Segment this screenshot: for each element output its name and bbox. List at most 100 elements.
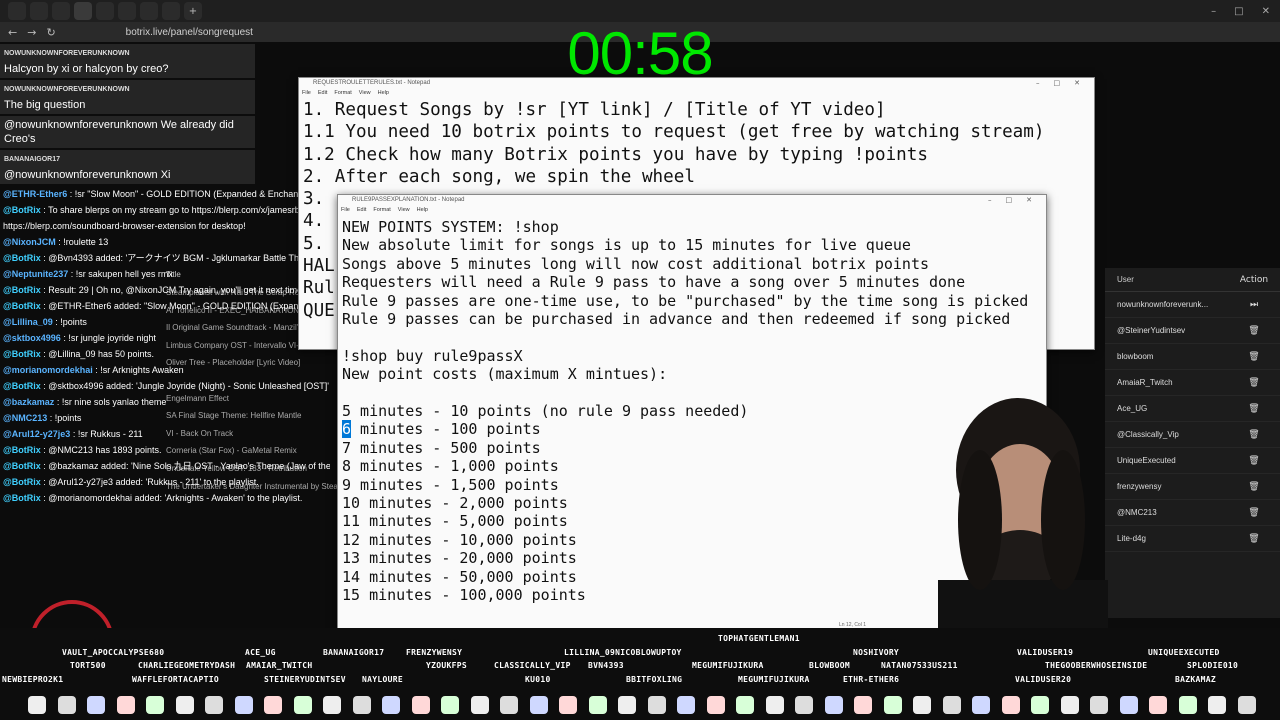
reload-button[interactable]: ↻	[46, 26, 55, 39]
browser-tab[interactable]	[52, 2, 70, 20]
text-line: New point costs (maximum X mintues):	[342, 365, 668, 384]
menu-item-format[interactable]: Format	[373, 207, 390, 213]
trash-icon[interactable]: 🗑	[1239, 404, 1269, 414]
chat-username[interactable]: @NixonJCM	[3, 237, 56, 247]
chatter-name: YZOUKFPS	[426, 661, 467, 670]
trash-icon[interactable]: 🗑	[1239, 482, 1269, 492]
chat-username[interactable]: @BotRix	[3, 301, 41, 311]
chat-username[interactable]: @Neptunite237	[3, 269, 68, 279]
chat-username[interactable]: @Arul12-y27je3	[3, 429, 70, 439]
browser-tab[interactable]	[140, 2, 158, 20]
trash-icon[interactable]: 🗑	[1239, 352, 1269, 362]
chat-username[interactable]: @ETHR-Ether6	[3, 189, 67, 199]
chat-highlight-name: NOWUNKNOWNFOREVERUNKNOWN	[4, 86, 130, 93]
chat-username[interactable]: @BotRix	[3, 493, 41, 503]
text-selection[interactable]: 6	[342, 420, 352, 439]
user-column-header: User	[1117, 275, 1134, 284]
chatter-name: AMAIAR_TWITCH	[246, 661, 313, 670]
chat-message: @BotRix : @sktbox4996 added: 'Jungle Joy…	[0, 378, 330, 394]
chat-text: : @ETHR-Ether6 added: "Slow Moon" - GOLD…	[43, 301, 330, 311]
chatter-name: BANANAIGOR17	[323, 648, 385, 657]
menu-item-edit[interactable]: Edit	[357, 207, 366, 213]
chatter-avatar	[57, 696, 76, 714]
chat-username[interactable]: @BotRix	[3, 349, 41, 359]
text-line: 2. After each song, we spin the wheel	[303, 166, 695, 187]
chatter-avatar	[1001, 696, 1020, 714]
chat-username[interactable]: @Lillina_09	[3, 317, 53, 327]
maximize-icon[interactable]: □	[1234, 6, 1243, 17]
chat-text: : @Bvn4393 added: 'アークナイツ BGM - Jgklumar…	[43, 253, 330, 263]
forward-button[interactable]: →	[27, 26, 36, 39]
menu-item-view[interactable]: View	[398, 207, 410, 213]
address-bar[interactable]: botrix.live/panel/songrequest	[126, 27, 253, 38]
menu-item-help[interactable]: Help	[378, 90, 389, 96]
chatter-avatar	[1031, 696, 1049, 714]
new-tab-button[interactable]: +	[184, 2, 202, 20]
text-line: Songs above 5 minutes long will now cost…	[342, 254, 929, 273]
chatter-avatar	[559, 696, 577, 714]
browser-tab[interactable]	[30, 2, 48, 20]
chat-highlight-text: @nowunknownforeverunknown We already did…	[4, 119, 234, 145]
trash-icon[interactable]: 🗑	[1239, 456, 1269, 466]
chatters-bar: TOPHATGENTLEMAN1 VAULT_APOCCALYPSE680 ACE_…	[0, 628, 1280, 720]
chat-highlight: NOWUNKNOWNFOREVERUNKNOWN The big question	[0, 80, 255, 114]
chatter-avatar	[913, 696, 931, 714]
chat-text: : @sktbox4996 added: 'Jungle Joyride (Ni…	[43, 381, 330, 391]
browser-tab-active[interactable]	[74, 2, 92, 20]
browser-tab[interactable]	[96, 2, 114, 20]
chat-text: : !sr sakupen hell yes rmx	[68, 269, 173, 279]
chatter-name: KU010	[525, 675, 551, 684]
chat-username[interactable]: @bazkamaz	[3, 397, 54, 407]
chat-username[interactable]: @NMC213	[3, 413, 47, 423]
window-controls[interactable]: –□✕	[1036, 79, 1094, 87]
chatter-avatar	[824, 696, 843, 714]
minimize-icon[interactable]: –	[1211, 6, 1216, 17]
queue-header: User Action	[1105, 268, 1280, 292]
chat-text: : @morianomordekhai added: 'Arknights - …	[40, 493, 303, 503]
browser-tab[interactable]	[8, 2, 26, 20]
skip-icon[interactable]: ⏭	[1239, 300, 1269, 310]
notepad-titlebar[interactable]: RULE9PASSEXPLANATION.txt - Notepad –□✕	[338, 195, 1046, 205]
chat-text: : !sr Arknights Awaken	[92, 365, 184, 375]
text-line-rest: minutes - 100 points	[351, 420, 541, 439]
chat-highlight: BANANAIGOR17 @nowunknownforeverunknown Xi	[0, 150, 255, 184]
chatter-name: ETHR-ETHER6	[843, 675, 900, 684]
chat-username[interactable]: @BotRix	[3, 445, 41, 455]
chatter-avatar	[264, 696, 282, 714]
browser-tab[interactable]	[118, 2, 136, 20]
trash-icon[interactable]: 🗑	[1239, 534, 1269, 544]
close-icon[interactable]: ✕	[1262, 6, 1270, 17]
chat-username[interactable]: @BotRix	[3, 461, 41, 471]
trash-icon[interactable]: 🗑	[1239, 430, 1269, 440]
text-line: New absolute limit for songs is up to 15…	[342, 236, 911, 255]
chat-username[interactable]: @sktbox4996	[3, 333, 61, 343]
chat-username[interactable]: @BotRix	[3, 253, 41, 263]
menu-item-edit[interactable]: Edit	[318, 90, 327, 96]
menu-item-file[interactable]: File	[341, 207, 350, 213]
text-line: Rule 9 passes are one-time use, to be "p…	[342, 291, 1029, 310]
trash-icon[interactable]: 🗑	[1239, 378, 1269, 388]
chat-message: @BotRix : @ETHR-Ether6 added: "Slow Moon…	[0, 298, 330, 314]
notepad-titlebar[interactable]: REQUESTROULETTERULES.txt - Notepad –□✕	[299, 78, 1094, 88]
trash-icon[interactable]: 🗑	[1239, 326, 1269, 336]
chat-username[interactable]: @BotRix	[3, 205, 41, 215]
menu-item-view[interactable]: View	[359, 90, 371, 96]
queue-user: @SteinerYudintsev	[1117, 326, 1186, 335]
chat-text: : !points	[52, 317, 87, 327]
trash-icon[interactable]: 🗑	[1239, 508, 1269, 518]
browser-tab[interactable]	[162, 2, 180, 20]
chatter-avatar	[1208, 696, 1226, 714]
menu-item-format[interactable]: Format	[334, 90, 351, 96]
chatter-avatar	[1060, 696, 1079, 714]
chat-username[interactable]: @morianomordekhai	[3, 365, 93, 375]
menu-item-help[interactable]: Help	[417, 207, 428, 213]
chatter-avatar	[323, 696, 341, 714]
chat-username[interactable]: @BotRix	[3, 477, 41, 487]
chat-username[interactable]: @BotRix	[3, 285, 41, 295]
back-button[interactable]: ←	[8, 26, 17, 39]
window-controls[interactable]: –□✕	[988, 196, 1046, 204]
chatter-avatar	[411, 696, 430, 714]
menu-item-file[interactable]: File	[302, 90, 311, 96]
chat-message: @BotRix : @Bvn4393 added: 'アークナイツ BGM - …	[0, 250, 330, 266]
chat-username[interactable]: @BotRix	[3, 381, 41, 391]
